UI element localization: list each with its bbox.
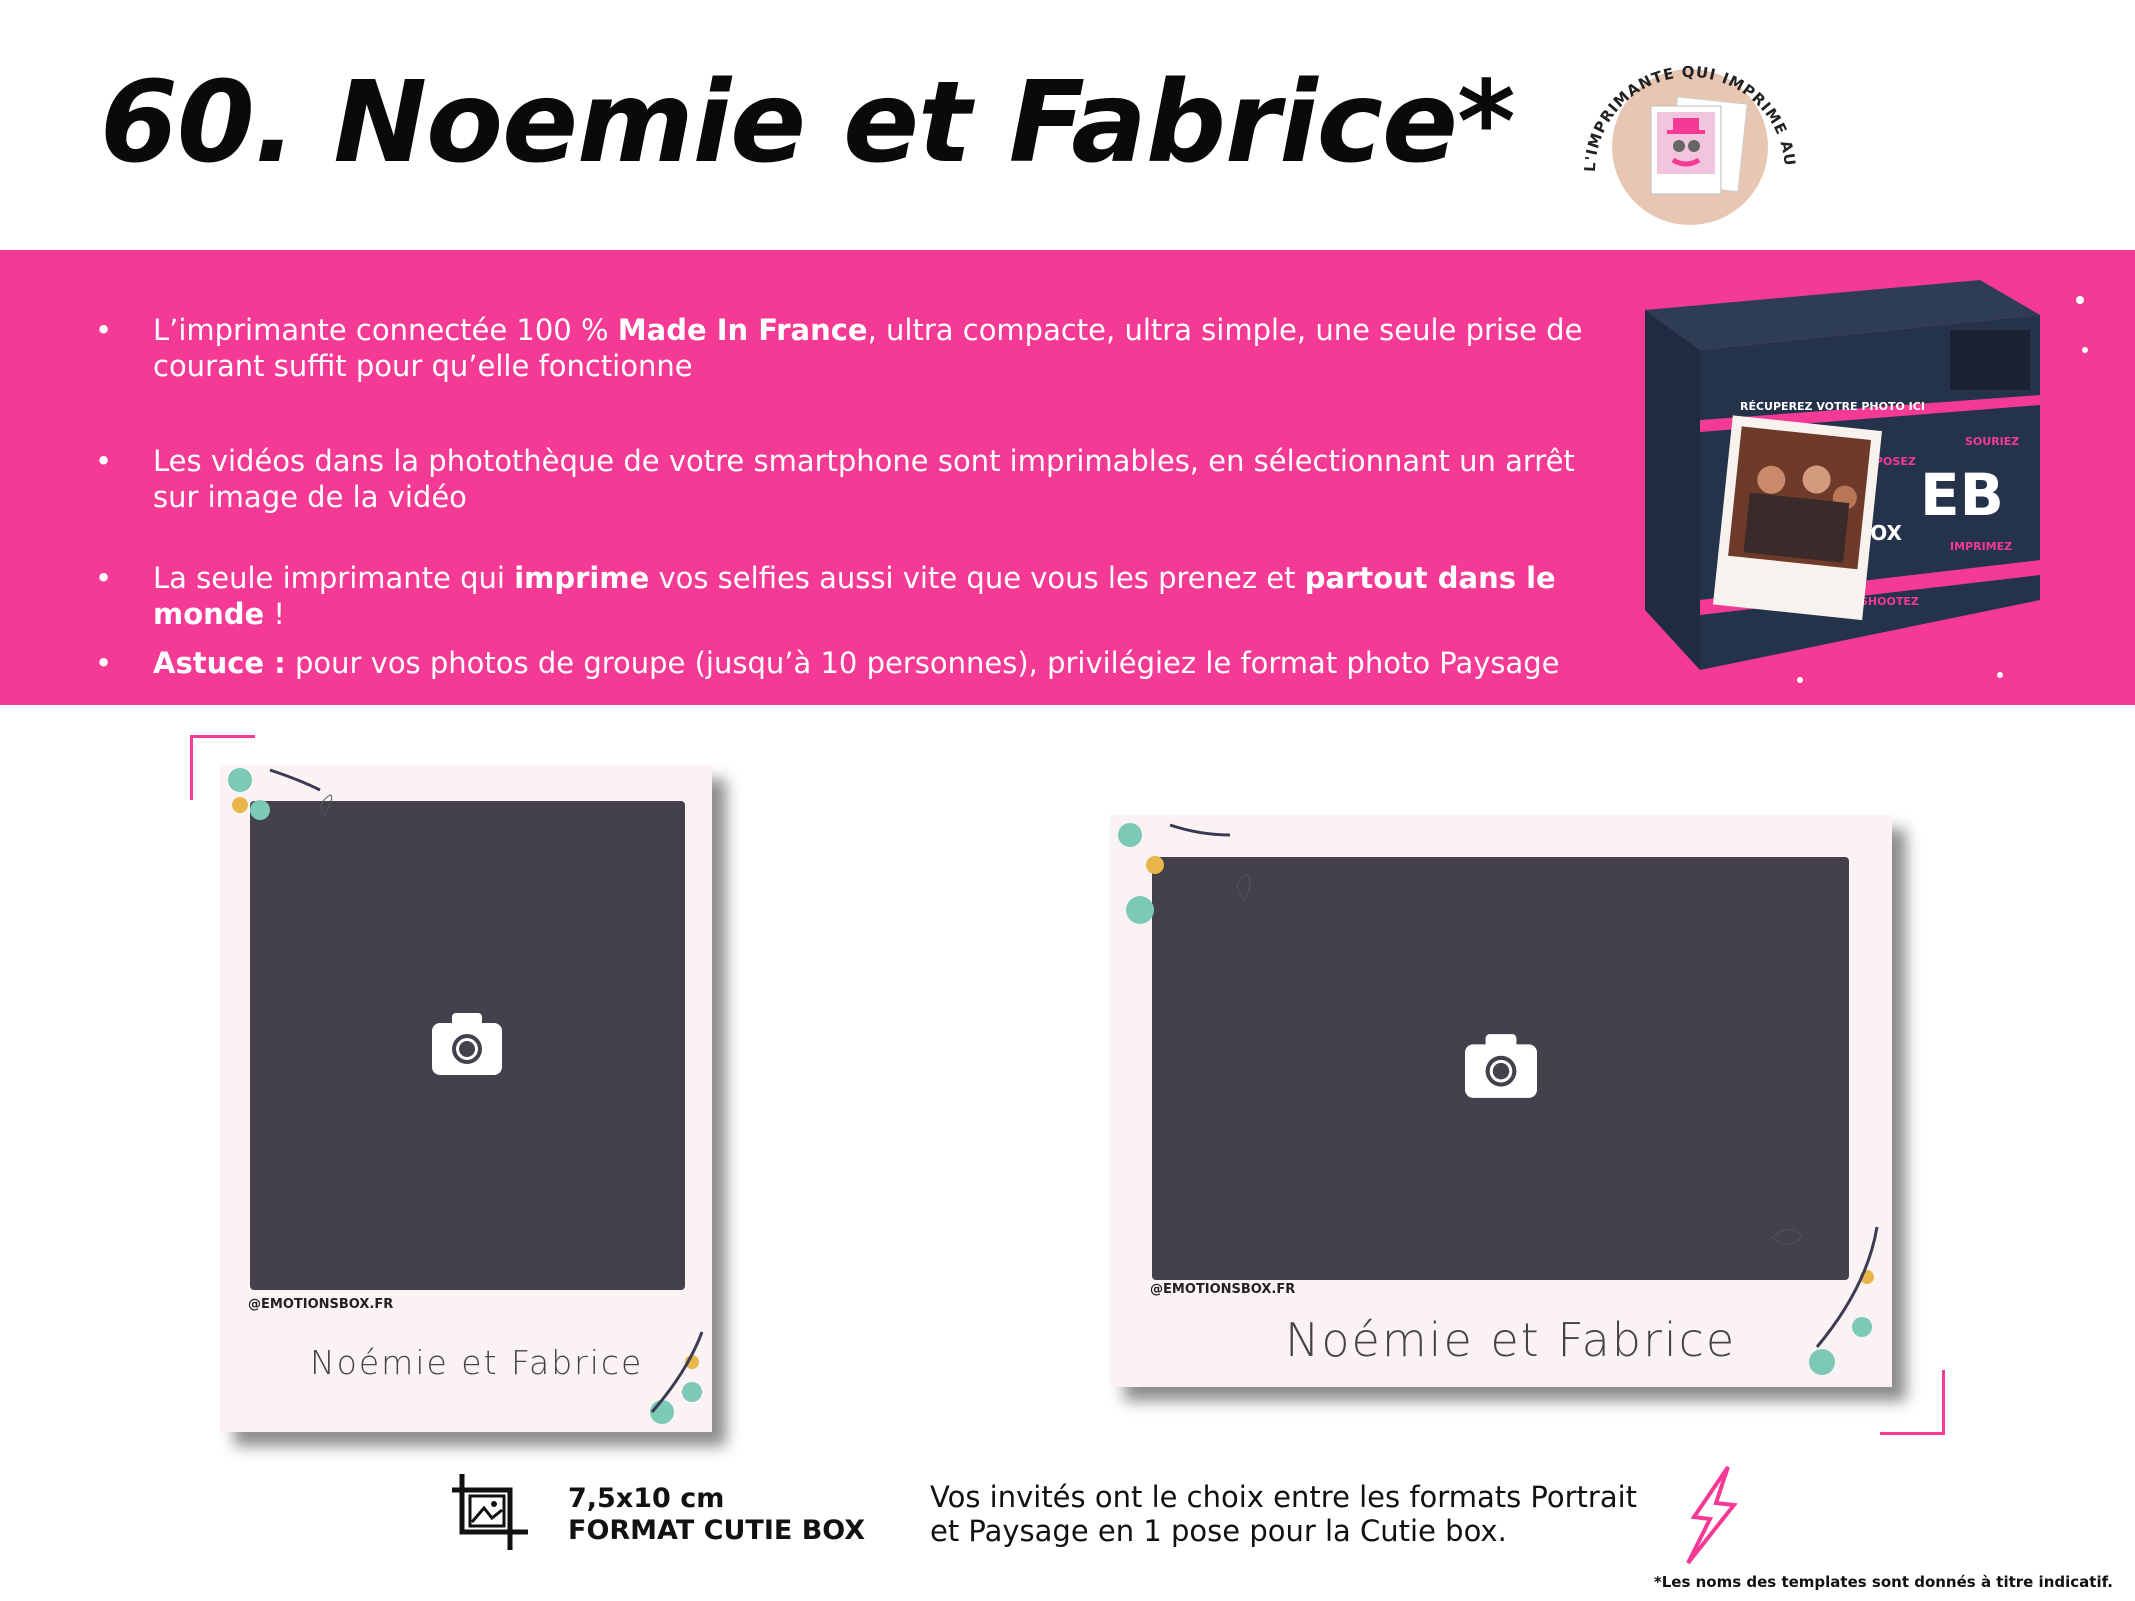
format-name: FORMAT CUTIE BOX — [568, 1515, 866, 1546]
svg-text:SHOOTEZ: SHOOTEZ — [1860, 595, 1919, 608]
svg-text:IMPRIMEZ: IMPRIMEZ — [1950, 540, 2012, 553]
features-band: • L’imprimante connectée 100 % Made In F… — [0, 250, 2135, 705]
template-handle: @EMOTIONSBOX.FR — [1150, 1282, 1296, 1297]
printer-logo: EB — [1920, 461, 2004, 529]
format-choice-text: Vos invités ont le choix entre les forma… — [930, 1480, 1638, 1548]
page-title: 60. Noemie et Fabrice* — [100, 58, 1516, 188]
portrait-template: @EMOTIONSBOX.FR Noémie et Fabrice — [220, 765, 712, 1432]
svg-text:SOURIEZ: SOURIEZ — [1965, 435, 2019, 448]
template-handle: @EMOTIONSBOX.FR — [248, 1297, 394, 1312]
camera-icon — [432, 1013, 502, 1075]
floral-decoration — [1771, 1226, 1879, 1375]
printed-photo — [1712, 415, 1882, 621]
printer-illustration: RÉCUPEREZ VOTRE PHOTO ICI EB BOX POSEZ S… — [1645, 280, 2088, 683]
camera-icon — [1465, 1034, 1537, 1098]
lightning-icon — [1686, 1465, 1738, 1565]
printer-label: RÉCUPEREZ VOTRE PHOTO ICI — [1740, 400, 1925, 413]
polaroid-badge: L'IMPRIMANTE QUI IMPRIME AU FORMAT POLAR… — [1555, 22, 1798, 225]
template-caption: Noémie et Fabrice — [1285, 1313, 1737, 1367]
format-size: 7,5x10 cm — [568, 1483, 725, 1514]
floral-decoration — [1118, 823, 1251, 924]
crop-format-icon — [452, 1474, 528, 1550]
svg-text:POSEZ: POSEZ — [1875, 455, 1916, 468]
landscape-template: @EMOTIONSBOX.FR Noémie et Fabrice — [1110, 815, 1892, 1387]
polaroid-icon — [1650, 96, 1748, 195]
floral-decoration — [228, 768, 333, 820]
floral-decoration — [650, 1331, 704, 1424]
footnote: *Les noms des templates sont donnés à ti… — [1653, 1573, 2113, 1591]
